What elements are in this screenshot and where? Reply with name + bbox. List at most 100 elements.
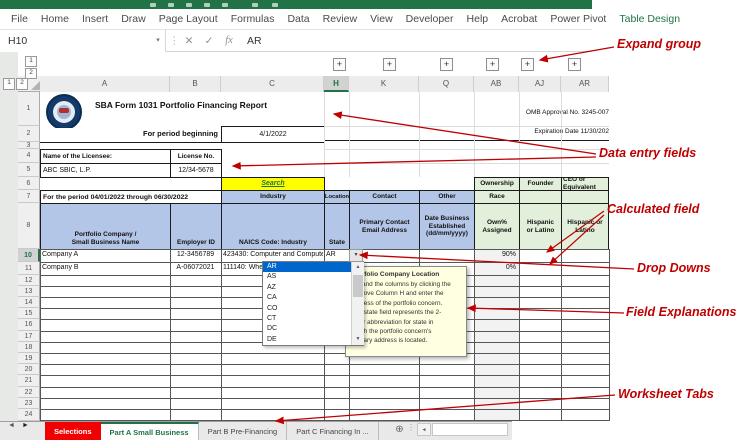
license-no-input[interactable]: 12/34-5678	[170, 163, 222, 178]
enter-icon[interactable]: ✓	[201, 30, 217, 52]
dropdown-scroll-down-icon[interactable]: ▼	[352, 334, 364, 345]
expand-group-button-6[interactable]: +	[568, 58, 581, 71]
expand-group-button-1[interactable]: +	[333, 58, 346, 71]
row-header-10[interactable]: 10	[18, 249, 40, 262]
quick-access-icon[interactable]	[222, 3, 228, 7]
quick-access-icon[interactable]	[150, 3, 156, 7]
menu-tab-formulas[interactable]: Formulas	[231, 13, 275, 25]
menu-tab-draw[interactable]: Draw	[121, 13, 146, 25]
name-box[interactable]: H10	[0, 30, 166, 52]
formula-input[interactable]: AR	[247, 30, 262, 52]
sheet-tab-part-b-pre-financing[interactable]: Part B Pre-Financing	[199, 422, 288, 440]
group-header-race[interactable]: Race	[474, 190, 520, 204]
col-header-portfolio-company[interactable]: Portfolio Company / Small Business Name	[40, 203, 171, 250]
select-all-corner[interactable]	[31, 81, 40, 90]
quick-access-icon[interactable]	[168, 3, 174, 7]
dropdown-item-DE[interactable]: DE	[263, 335, 351, 345]
row-header-6[interactable]: 6	[18, 177, 40, 190]
column-header-K[interactable]: K	[349, 76, 419, 92]
row-header-12[interactable]: 12	[18, 275, 40, 286]
row-header-3[interactable]: 3	[18, 142, 40, 149]
column-header-A[interactable]: A	[40, 76, 170, 92]
sheet-tab-selections[interactable]: Selections	[45, 422, 101, 440]
cell-b10-employer-id[interactable]: 12-3456789	[170, 251, 221, 258]
quick-access-icon[interactable]	[252, 3, 258, 7]
cell-a10-company-name[interactable]: Company A	[42, 251, 168, 258]
row-header-4[interactable]: 4	[18, 149, 40, 163]
sheet-tab-part-a-small-business[interactable]: Part A Small Business	[101, 422, 199, 440]
row-header-22[interactable]: 22	[18, 387, 40, 398]
menu-tab-home[interactable]: Home	[41, 13, 69, 25]
dropdown-item-CA[interactable]: CA	[263, 293, 351, 303]
group-header-ownership[interactable]: Ownership	[474, 177, 520, 191]
group-header-founder[interactable]: Founder	[519, 177, 562, 191]
licensee-name-input[interactable]: ABC SBIC, L.P.	[40, 163, 171, 178]
column-outline-level-2-button[interactable]: 2	[16, 78, 28, 90]
name-box-dropdown-icon[interactable]: ▾	[150, 30, 166, 52]
menu-tab-table-design[interactable]: Table Design	[619, 13, 680, 25]
cell-c10-naics[interactable]: 423430: Computer and Computer	[223, 251, 323, 258]
column-header-C[interactable]: C	[221, 76, 324, 92]
dropdown-item-CT[interactable]: CT	[263, 314, 351, 324]
dropdown-item-DC[interactable]: DC	[263, 324, 351, 334]
dropdown-scrollbar[interactable]: ▲ ▼	[351, 262, 364, 345]
group-header-other[interactable]: Other	[419, 190, 475, 204]
row-outline-level-1-button[interactable]: 1	[25, 56, 37, 67]
menu-tab-review[interactable]: Review	[323, 13, 357, 25]
menu-tab-power-pivot[interactable]: Power Pivot	[550, 13, 606, 25]
col-header-hispanic-founder[interactable]: Hispanic or Latino	[519, 203, 562, 250]
row-header-8[interactable]: 8	[18, 203, 40, 249]
col-header-naics[interactable]: NAICS Code: Industry	[221, 203, 325, 250]
column-header-AJ[interactable]: AJ	[519, 76, 561, 92]
group-header-location[interactable]: Location	[324, 190, 350, 204]
column-header-Q[interactable]: Q	[419, 76, 474, 92]
col-header-employer-id[interactable]: Employer ID	[170, 203, 222, 250]
column-header-AB[interactable]: AB	[474, 76, 519, 92]
menu-tab-file[interactable]: File	[11, 13, 28, 25]
new-sheet-button[interactable]: ⊕	[392, 422, 407, 437]
quick-access-icon[interactable]	[186, 3, 192, 7]
row-header-24[interactable]: 24	[18, 409, 40, 421]
column-header-B[interactable]: B	[170, 76, 221, 92]
expand-group-button-4[interactable]: +	[486, 58, 499, 71]
sheet-tab-part-c-financing-in[interactable]: Part C Financing In ...	[287, 422, 379, 440]
row-header-1[interactable]: 1	[18, 92, 40, 126]
dropdown-item-AZ[interactable]: AZ	[263, 283, 351, 293]
expand-group-button-3[interactable]: +	[440, 58, 453, 71]
menu-tab-data[interactable]: Data	[287, 13, 309, 25]
row-header-19[interactable]: 19	[18, 353, 40, 364]
menu-tab-insert[interactable]: Insert	[82, 13, 108, 25]
col-header-primary-contact[interactable]: Primary Contact Email Address	[349, 203, 420, 250]
dropdown-scroll-thumb[interactable]	[353, 275, 363, 297]
hscroll-left-button[interactable]: ◄	[417, 423, 431, 436]
menu-tab-view[interactable]: View	[370, 13, 393, 25]
row-header-18[interactable]: 18	[18, 342, 40, 353]
group-header-industry[interactable]: Industry	[221, 190, 325, 204]
search-button[interactable]: Search	[221, 177, 325, 191]
row-header-5[interactable]: 5	[18, 163, 40, 177]
col-header-hispanic-ceo[interactable]: Hispanic or Latino	[561, 203, 609, 250]
row-header-16[interactable]: 16	[18, 319, 40, 331]
row-header-21[interactable]: 21	[18, 375, 40, 387]
column-header-AR[interactable]: AR	[561, 76, 609, 92]
col-header-state[interactable]: State	[324, 203, 350, 250]
menu-tab-page-layout[interactable]: Page Layout	[159, 13, 218, 25]
dropdown-item-AS[interactable]: AS	[263, 272, 351, 282]
hscroll-track[interactable]	[432, 423, 508, 436]
period-beginning-input[interactable]: 4/1/2022	[221, 126, 325, 143]
cell-h10-state[interactable]: AR	[326, 251, 348, 258]
row-header-17[interactable]: 17	[18, 331, 40, 342]
column-header-H[interactable]: H	[324, 76, 349, 92]
menu-tab-acrobat[interactable]: Acrobat	[501, 13, 537, 25]
row-header-11[interactable]: 11	[18, 262, 40, 275]
dropdown-item-AR[interactable]: AR	[263, 262, 351, 272]
row-header-2[interactable]: 2	[18, 126, 40, 142]
menu-tab-help[interactable]: Help	[467, 13, 489, 25]
expand-group-button-5[interactable]: +	[521, 58, 534, 71]
row-header-13[interactable]: 13	[18, 286, 40, 297]
fx-icon[interactable]: fx	[221, 30, 237, 52]
quick-access-icon[interactable]	[272, 3, 278, 7]
dropdown-item-CO[interactable]: CO	[263, 304, 351, 314]
quick-access-icon[interactable]	[204, 3, 210, 7]
state-dropdown-button[interactable]: ▾	[349, 249, 363, 262]
